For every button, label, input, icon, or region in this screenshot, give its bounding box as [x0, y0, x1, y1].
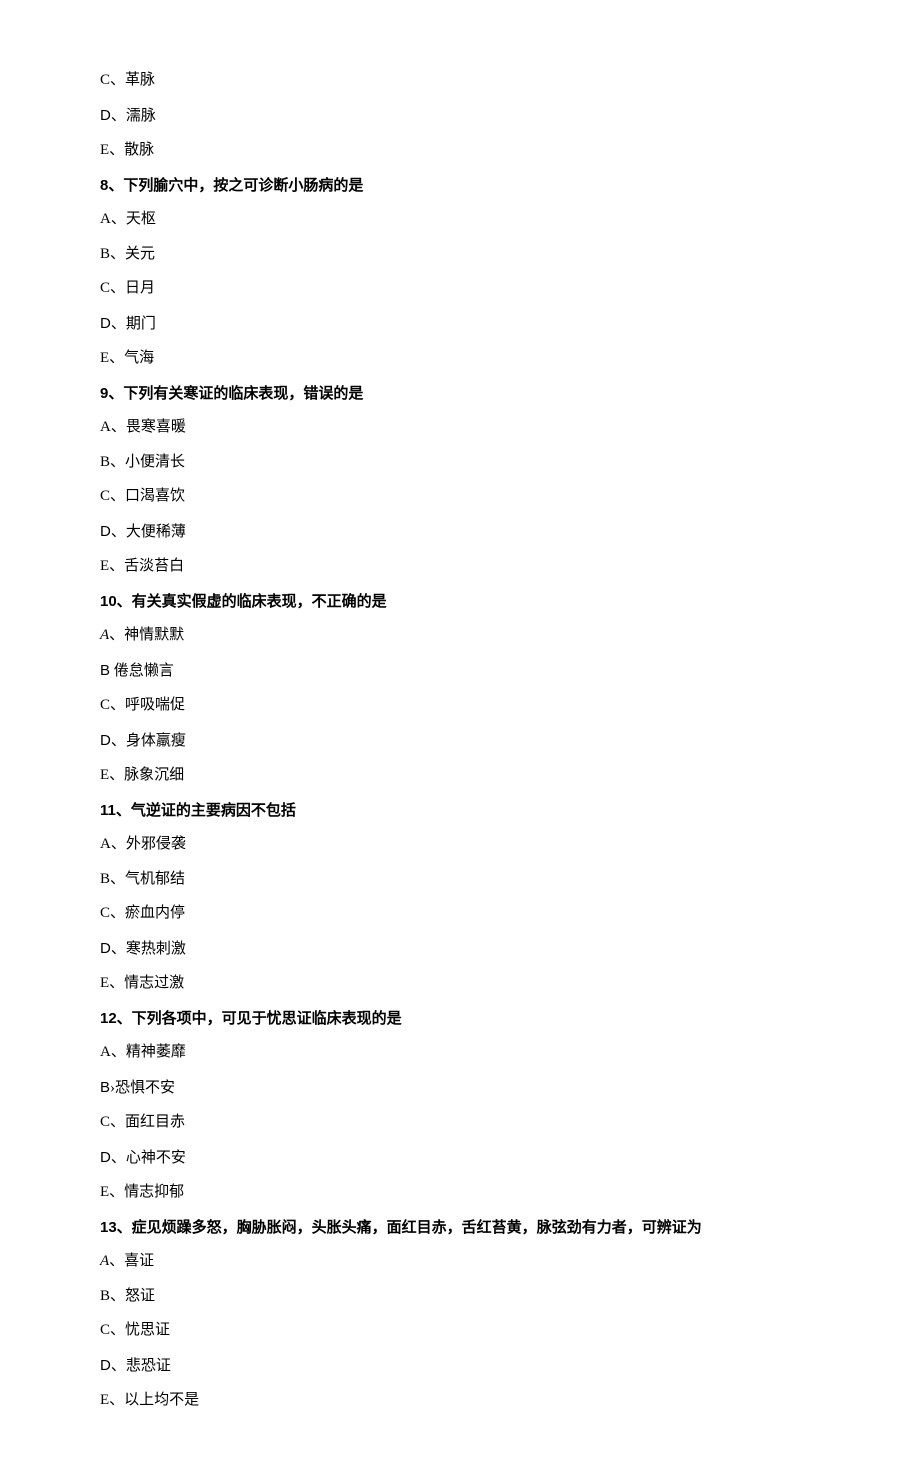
question-text: 10、有关真实假虚的临床表现，不正确的是: [100, 593, 387, 610]
option-text: B、关元: [100, 246, 155, 262]
option-rest: 、寒热刺激: [111, 941, 186, 957]
answer-option: A、精神萎靡: [100, 1042, 820, 1063]
answer-option: D、身体羸瘦: [100, 730, 820, 752]
option-letter: D: [100, 107, 111, 124]
answer-option: A、天枢: [100, 209, 820, 230]
option-rest: 、濡脉: [111, 108, 156, 124]
option-text: E、脉象沉细: [100, 767, 184, 783]
option-text: A、外邪侵袭: [100, 836, 186, 852]
option-text: E、以上均不是: [100, 1392, 199, 1408]
option-text: E、气海: [100, 350, 154, 366]
question-text: 13、症见烦躁多怒，胸胁胀闷，头胀头痛，面红目赤，舌红苔黄，脉弦劲有力者，可辨证…: [100, 1219, 702, 1236]
option-text: C、口渴喜饮: [100, 488, 185, 504]
answer-option: B›恐惧不安: [100, 1077, 820, 1099]
option-rest: ›恐惧不安: [110, 1080, 175, 1096]
question-stem: 11、气逆证的主要病因不包括: [100, 800, 820, 821]
option-letter: D: [100, 315, 111, 332]
answer-option: E、舌淡苔白: [100, 556, 820, 577]
option-rest: 、喜证: [109, 1253, 154, 1269]
answer-option: B、怒证: [100, 1286, 820, 1307]
answer-option: D、悲恐证: [100, 1355, 820, 1377]
question-stem: 10、有关真实假虚的临床表现，不正确的是: [100, 591, 820, 612]
option-text: B、气机郁结: [100, 871, 185, 887]
option-letter: B: [100, 662, 110, 679]
answer-option: E、以上均不是: [100, 1390, 820, 1411]
answer-option: C、面红目赤: [100, 1112, 820, 1133]
option-rest: 、神情默默: [109, 627, 184, 643]
option-text: A、精神萎靡: [100, 1044, 186, 1060]
question-stem: 9、下列有关寒证的临床表现，错误的是: [100, 383, 820, 404]
question-stem: 12、下列各项中，可见于忧思证临床表现的是: [100, 1008, 820, 1029]
answer-option: C、呼吸喘促: [100, 695, 820, 716]
question-stem: 8、下列腧穴中，按之可诊断小肠病的是: [100, 175, 820, 196]
option-rest: 、期门: [111, 316, 156, 332]
answer-option: B、气机郁结: [100, 869, 820, 890]
answer-option: A、神情默默: [100, 625, 820, 646]
answer-option: C、革脉: [100, 70, 820, 91]
answer-option: A、畏寒喜暖: [100, 417, 820, 438]
answer-option: E、情志抑郁: [100, 1182, 820, 1203]
option-text: A、天枢: [100, 211, 156, 227]
option-text: C、日月: [100, 280, 155, 296]
option-letter: D: [100, 1149, 111, 1166]
option-text: A、畏寒喜暖: [100, 419, 186, 435]
answer-option: D、濡脉: [100, 105, 820, 127]
option-letter: A: [100, 627, 109, 643]
option-letter: D: [100, 940, 111, 957]
option-rest: 、身体羸瘦: [111, 733, 186, 749]
answer-option: E、脉象沉细: [100, 765, 820, 786]
answer-option: C、忧思证: [100, 1320, 820, 1341]
question-text: 8、下列腧穴中，按之可诊断小肠病的是: [100, 177, 363, 194]
answer-option: C、瘀血内停: [100, 903, 820, 924]
option-rest: 、心神不安: [111, 1150, 186, 1166]
answer-option: B、小便清长: [100, 452, 820, 473]
option-text: E、舌淡苔白: [100, 558, 184, 574]
option-text: C、革脉: [100, 72, 155, 88]
question-text: 9、下列有关寒证的临床表现，错误的是: [100, 385, 363, 402]
option-text: E、情志过激: [100, 975, 184, 991]
option-text: B、小便清长: [100, 454, 185, 470]
option-text: C、面红目赤: [100, 1114, 185, 1130]
option-text: E、散脉: [100, 142, 154, 158]
answer-option: D、大便稀薄: [100, 521, 820, 543]
question-stem: 13、症见烦躁多怒，胸胁胀闷，头胀头痛，面红目赤，舌红苔黄，脉弦劲有力者，可辨证…: [100, 1217, 820, 1238]
answer-option: A、喜证: [100, 1251, 820, 1272]
answer-option: E、气海: [100, 348, 820, 369]
option-rest: 、悲恐证: [111, 1358, 171, 1374]
option-text: C、忧思证: [100, 1322, 170, 1338]
answer-option: B 倦怠懒言: [100, 660, 820, 682]
document-body: C、革脉D、濡脉E、散脉8、下列腧穴中，按之可诊断小肠病的是A、天枢B、关元C、…: [100, 70, 820, 1411]
option-rest: 倦怠懒言: [110, 663, 174, 679]
question-text: 12、下列各项中，可见于忧思证临床表现的是: [100, 1010, 402, 1027]
answer-option: A、外邪侵袭: [100, 834, 820, 855]
question-text: 11、气逆证的主要病因不包括: [100, 802, 296, 819]
option-rest: 、大便稀薄: [111, 524, 186, 540]
answer-option: D、期门: [100, 313, 820, 335]
option-text: C、呼吸喘促: [100, 697, 185, 713]
answer-option: C、口渴喜饮: [100, 486, 820, 507]
option-letter: D: [100, 1357, 111, 1374]
option-text: C、瘀血内停: [100, 905, 185, 921]
option-letter: B: [100, 1079, 110, 1096]
option-letter: A: [100, 1253, 109, 1269]
answer-option: E、情志过激: [100, 973, 820, 994]
answer-option: E、散脉: [100, 140, 820, 161]
option-letter: D: [100, 732, 111, 749]
option-text: E、情志抑郁: [100, 1184, 184, 1200]
answer-option: D、寒热刺激: [100, 938, 820, 960]
answer-option: C、日月: [100, 278, 820, 299]
option-text: B、怒证: [100, 1288, 155, 1304]
answer-option: B、关元: [100, 244, 820, 265]
answer-option: D、心神不安: [100, 1147, 820, 1169]
option-letter: D: [100, 523, 111, 540]
